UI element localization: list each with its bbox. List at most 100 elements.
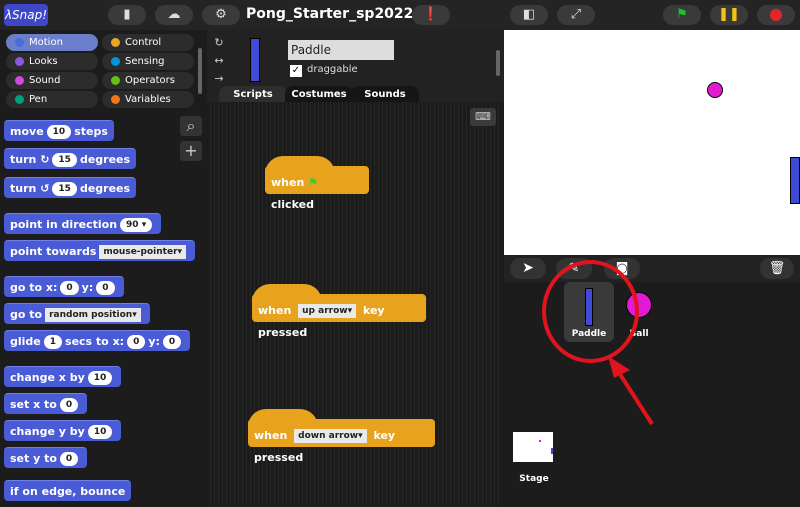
block-set-y[interactable]: set y to 0 — [4, 447, 88, 468]
settings-button[interactable]: ⚙ — [202, 5, 240, 25]
stage-size-button[interactable]: ◧ — [510, 5, 548, 25]
keyboard-entry-button[interactable]: ⌨ — [470, 108, 496, 126]
key-dropdown[interactable]: up arrow▾ — [298, 304, 357, 318]
block-if-on-edge-bounce[interactable]: if on edge, bounce — [4, 480, 132, 501]
category-operators[interactable]: Operators — [102, 72, 194, 89]
add-turtle-sprite-button[interactable]: ➤ — [510, 258, 546, 279]
block-input[interactable]: 10 — [87, 371, 113, 385]
block-point-towards[interactable]: point towards mouse-pointer▾ — [4, 240, 196, 261]
pause-button[interactable]: ❚❚ — [710, 5, 748, 25]
block-dropdown-value: mouse-pointer — [103, 247, 178, 257]
tab-scripts[interactable]: Scripts — [219, 86, 287, 103]
unsaved-changes-button[interactable]: ❗ — [412, 5, 450, 25]
presentation-mode-button[interactable]: ⤢ — [557, 5, 595, 25]
when-key-pressed-block[interactable]: when up arrow▾ key pressed — [252, 284, 426, 339]
block-input-value: 90 — [126, 220, 139, 230]
category-label: Control — [125, 37, 162, 48]
sprite-bar: ↻ ↔ → Paddle ✓ draggable Scripts Costume… — [207, 30, 504, 103]
exclamation-icon: ❗ — [422, 7, 440, 22]
block-dropdown[interactable]: mouse-pointer▾ — [99, 245, 187, 259]
block-dropdown[interactable]: random position▾ — [45, 308, 141, 322]
paddle-sprite[interactable] — [790, 157, 800, 204]
category-variables[interactable]: Variables — [102, 91, 194, 108]
cloud-icon: ☁ — [167, 7, 181, 22]
block-text: when — [254, 429, 288, 442]
turtle-arrow-icon: ➤ — [522, 260, 534, 276]
green-flag-icon: ⚑ — [676, 7, 688, 22]
block-dropdown-value: random position — [49, 310, 133, 320]
block-glide[interactable]: glide 1 secs to x: 0 y: 0 — [4, 330, 191, 351]
block-text: secs to x: — [65, 335, 125, 348]
block-turn-clockwise[interactable]: turn ↻ 15 degrees — [4, 148, 137, 169]
block-input[interactable]: 90 ▾ — [120, 218, 153, 232]
block-move[interactable]: move 10 steps — [4, 120, 114, 141]
block-set-x[interactable]: set x to 0 — [4, 393, 88, 414]
category-label: Looks — [29, 56, 58, 67]
file-icon: ▮ — [123, 7, 131, 22]
block-input[interactable]: 10 — [87, 425, 113, 439]
draggable-checkbox[interactable]: ✓ — [290, 65, 302, 77]
category-sound[interactable]: Sound — [6, 72, 98, 89]
block-input[interactable]: 0 — [162, 335, 182, 349]
block-input[interactable]: 0 — [127, 335, 146, 349]
category-scrollbar[interactable] — [198, 48, 202, 94]
block-input[interactable]: 15 — [52, 153, 77, 167]
category-sensing[interactable]: Sensing — [102, 53, 194, 70]
looks-color-dot — [15, 57, 24, 66]
block-input[interactable]: 0 — [59, 398, 79, 412]
block-input[interactable]: 1 — [43, 335, 63, 349]
snap-logo[interactable]: λSnap! — [4, 4, 48, 26]
corral-stage-item[interactable]: Stage — [512, 430, 556, 490]
category-pen[interactable]: Pen — [6, 91, 98, 108]
sprite-name-field[interactable]: Paddle — [288, 40, 394, 60]
scripts-area[interactable]: ⌨ when ⚑ clicked when up arrow▾ key pres… — [210, 102, 502, 507]
trash-icon: 🗑 — [768, 261, 786, 276]
block-text: move — [10, 125, 44, 138]
left-right-icon[interactable]: ↔ — [211, 52, 227, 70]
tab-costumes[interactable]: Costumes — [285, 86, 353, 103]
search-blocks-button[interactable]: ⌕ — [180, 116, 202, 136]
when-key-pressed-block[interactable]: when down arrow▾ key pressed — [248, 409, 435, 464]
block-palette: ⌕ + move 10 steps turn ↻ 15 degrees turn ↺ 15… — [0, 116, 207, 507]
motion-color-dot — [15, 38, 24, 47]
block-change-y[interactable]: change y by 10 — [4, 420, 122, 441]
block-text: degrees — [79, 153, 131, 166]
block-text: go to — [10, 308, 43, 321]
category-motion[interactable]: Motion — [6, 34, 98, 51]
block-text: turn — [10, 153, 37, 166]
tab-sounds[interactable]: Sounds — [351, 86, 419, 103]
cloud-button[interactable]: ☁ — [155, 5, 193, 25]
rotate-icon[interactable]: ↻ — [211, 34, 227, 52]
when-flag-clicked-block[interactable]: when ⚑ clicked — [265, 156, 369, 211]
stage-label: Stage — [519, 474, 549, 484]
dropdown-arrow-icon: ▾ — [347, 306, 353, 316]
block-turn-counterclockwise[interactable]: turn ↺ 15 degrees — [4, 177, 137, 198]
ball-sprite[interactable] — [707, 82, 723, 98]
block-input[interactable]: 15 — [52, 182, 77, 196]
dropdown-arrow-icon: ▾ — [132, 310, 137, 320]
category-control[interactable]: Control — [102, 34, 194, 51]
block-input[interactable]: 0 — [59, 452, 79, 466]
block-go-to[interactable]: go to random position▾ — [4, 303, 150, 324]
stage[interactable] — [504, 30, 800, 255]
green-flag-button[interactable]: ⚑ — [663, 5, 701, 25]
file-menu-button[interactable]: ▮ — [108, 5, 146, 25]
block-go-to-xy[interactable]: go to x: 0 y: 0 — [4, 276, 124, 297]
block-input[interactable]: 0 — [60, 281, 79, 295]
sprite-bar-scrollbar[interactable] — [496, 50, 500, 76]
block-point-in-direction[interactable]: point in direction 90 ▾ — [4, 213, 162, 234]
block-input[interactable]: 10 — [46, 125, 72, 139]
delete-sprite-button[interactable]: 🗑 — [760, 258, 794, 279]
dropdown-arrow-icon: ▾ — [141, 220, 147, 230]
stop-button[interactable] — [757, 5, 795, 25]
rotate-cw-icon: ↻ — [40, 153, 50, 166]
make-block-button[interactable]: + — [180, 141, 202, 161]
category-label: Sound — [29, 75, 61, 86]
block-text: if on edge, bounce — [10, 485, 126, 498]
block-change-x[interactable]: change x by 10 — [4, 366, 122, 387]
key-dropdown[interactable]: down arrow▾ — [294, 429, 367, 443]
block-input[interactable]: 0 — [96, 281, 115, 295]
category-label: Motion — [29, 37, 63, 48]
block-text: when — [271, 176, 305, 189]
category-looks[interactable]: Looks — [6, 53, 98, 70]
